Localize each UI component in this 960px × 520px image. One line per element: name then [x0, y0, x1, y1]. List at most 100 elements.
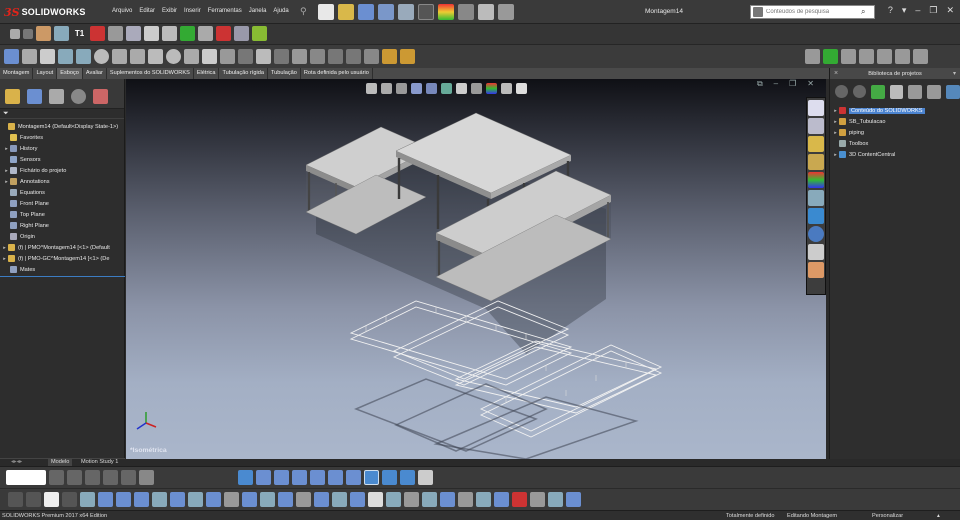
bt1-e-icon[interactable]: [121, 470, 136, 485]
tree-node[interactable]: Mates: [0, 264, 124, 275]
search-input[interactable]: [763, 6, 861, 18]
tool-e-icon[interactable]: [234, 26, 249, 41]
refresh-icon[interactable]: [927, 84, 942, 99]
library-item[interactable]: Toolbox: [830, 138, 960, 149]
menu-insert[interactable]: Inserir: [184, 8, 201, 14]
isometric-view-icon[interactable]: [364, 470, 379, 485]
bt2-k-icon[interactable]: [242, 492, 257, 507]
tree-filter[interactable]: ⏷: [0, 109, 124, 119]
gear-icon[interactable]: [478, 4, 494, 20]
menu-file[interactable]: Arquivo: [112, 8, 132, 14]
bt2-v-icon[interactable]: [440, 492, 455, 507]
bt2-n-icon[interactable]: [296, 492, 311, 507]
bt2-e-icon[interactable]: [134, 492, 149, 507]
rebuild-icon[interactable]: [438, 4, 454, 20]
expand-arrow-icon[interactable]: ▸: [1, 245, 8, 251]
create-folder-icon[interactable]: [908, 84, 923, 99]
tree-node[interactable]: ▸ History: [0, 143, 124, 154]
bt2-x-icon[interactable]: [476, 492, 491, 507]
bt2-g-icon[interactable]: [170, 492, 185, 507]
expand-arrow-icon[interactable]: ▸: [832, 119, 839, 125]
bt2-b-icon[interactable]: [80, 492, 95, 507]
bt2-o-icon[interactable]: [314, 492, 329, 507]
plane-icon[interactable]: [220, 49, 235, 64]
smart-dimension-icon[interactable]: [22, 49, 37, 64]
move-icon[interactable]: [328, 49, 343, 64]
solidworks-forum-icon[interactable]: [808, 208, 824, 224]
add-location-icon[interactable]: [889, 84, 904, 99]
undo-icon[interactable]: [398, 4, 414, 20]
globe-icon[interactable]: [808, 226, 824, 242]
rt-a-icon[interactable]: [805, 49, 820, 64]
bt2-t-icon[interactable]: [404, 492, 419, 507]
rt-e-icon[interactable]: [877, 49, 892, 64]
front-view-icon[interactable]: [256, 470, 271, 485]
bt2-d-icon[interactable]: [116, 492, 131, 507]
add-to-library-icon[interactable]: [870, 84, 885, 99]
bt2-y-icon[interactable]: [494, 492, 509, 507]
help-dropdown-icon[interactable]: ▾: [902, 5, 907, 16]
display-manager-icon[interactable]: [93, 89, 108, 104]
tool-d-icon[interactable]: [198, 26, 213, 41]
sb-icon[interactable]: [90, 26, 105, 41]
circle-icon[interactable]: [94, 49, 109, 64]
trimetric-view-icon[interactable]: [382, 470, 397, 485]
text-icon[interactable]: [202, 49, 217, 64]
status-customize[interactable]: Personalizar: [872, 513, 903, 519]
library-item[interactable]: ▸ piping: [830, 127, 960, 138]
tree-node[interactable]: Equations: [0, 187, 124, 198]
dimxpert-icon[interactable]: [71, 89, 86, 104]
tab-8[interactable]: Rota definida pelo usuário: [301, 68, 373, 79]
expand-arrow-icon[interactable]: ▸: [3, 168, 10, 174]
excel-icon[interactable]: [180, 26, 195, 41]
bt1-b-icon[interactable]: [67, 470, 82, 485]
slot-icon[interactable]: [76, 49, 91, 64]
back-view-icon[interactable]: [274, 470, 289, 485]
tree-node[interactable]: Front Plane: [0, 198, 124, 209]
property-manager-icon[interactable]: [27, 89, 42, 104]
new-document-icon[interactable]: [318, 4, 334, 20]
menu-window[interactable]: Janela: [249, 8, 267, 14]
bottom-view-icon[interactable]: [346, 470, 361, 485]
tab-motion-study[interactable]: Motion Study 1: [78, 459, 121, 466]
menu-help[interactable]: Ajuda: [273, 8, 288, 14]
tab-4[interactable]: Suplementos do SOLIDWORKS: [107, 68, 194, 79]
bt2-f-icon[interactable]: [152, 492, 167, 507]
select-arrow-icon[interactable]: [418, 4, 434, 20]
tool-c-icon[interactable]: [162, 26, 177, 41]
bt2-c-icon[interactable]: [98, 492, 113, 507]
help-icon[interactable]: ?: [888, 5, 893, 16]
search-icon[interactable]: ⌕: [861, 7, 865, 17]
rt-g-icon[interactable]: [913, 49, 928, 64]
pin-icon[interactable]: ⚲: [300, 6, 310, 16]
home-icon[interactable]: [808, 100, 824, 116]
user-icon[interactable]: [753, 7, 763, 17]
menu-tools[interactable]: Ferramentas: [208, 8, 242, 14]
play-icon[interactable]: [10, 28, 20, 39]
arc-icon[interactable]: [112, 49, 127, 64]
tree-node[interactable]: ▸ Fichário do projeto: [0, 165, 124, 176]
bt2-r-icon[interactable]: [368, 492, 383, 507]
forward-icon[interactable]: [852, 85, 866, 98]
library-item[interactable]: ▸ SB_Tubulacao: [830, 116, 960, 127]
appearances-icon[interactable]: [808, 172, 824, 188]
file-properties-icon[interactable]: [458, 4, 474, 20]
left-view-icon[interactable]: [292, 470, 307, 485]
trim-icon[interactable]: [238, 49, 253, 64]
bt2-i-icon[interactable]: [206, 492, 221, 507]
expand-arrow-icon[interactable]: ▸: [832, 152, 839, 158]
bt2-s-icon[interactable]: [386, 492, 401, 507]
bt2-z-icon[interactable]: [512, 492, 527, 507]
filter-dropdown[interactable]: [6, 470, 46, 485]
tree-node[interactable]: ▸ (f) | PMO-GC^Montagem14 [<1> (De: [0, 253, 124, 264]
bt2-l-icon[interactable]: [260, 492, 275, 507]
save-icon[interactable]: [358, 4, 374, 20]
view-palette-icon[interactable]: [808, 244, 824, 260]
bt2-j-icon[interactable]: [224, 492, 239, 507]
bt2-w-icon[interactable]: [458, 492, 473, 507]
minimize-icon[interactable]: –: [915, 5, 920, 16]
rt-d-icon[interactable]: [859, 49, 874, 64]
panel-close-icon[interactable]: ×: [834, 70, 838, 77]
solidworks-logo[interactable]: 3S SOLIDWORKS: [4, 4, 100, 20]
tool-f-icon[interactable]: [252, 26, 267, 41]
